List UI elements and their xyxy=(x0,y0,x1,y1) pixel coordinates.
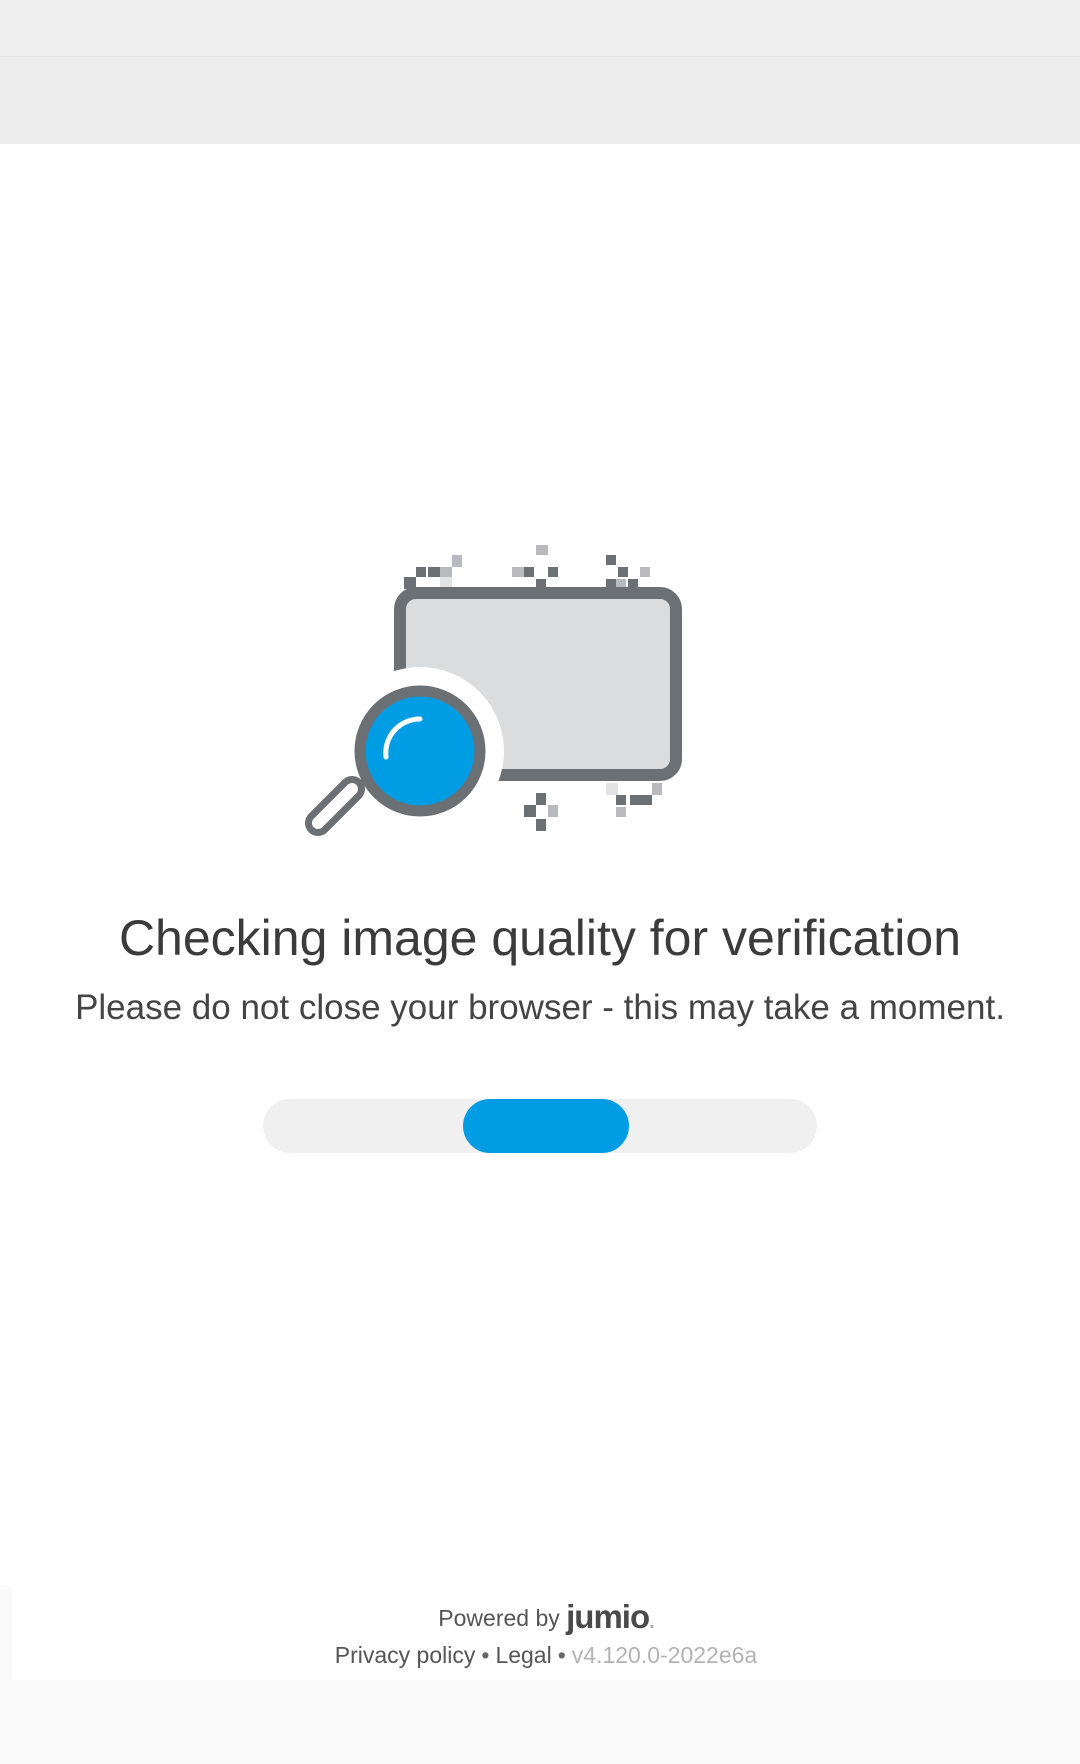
footer: Powered by jumio. Privacy policy • Legal • v… xyxy=(12,1585,1080,1680)
privacy-policy-link[interactable]: Privacy policy xyxy=(335,1642,476,1668)
browser-top-bar xyxy=(0,57,1080,144)
legal-link[interactable]: Legal xyxy=(495,1642,551,1668)
page-subtitle: Please do not close your browser - this … xyxy=(75,988,1005,1027)
powered-by-row: Powered by jumio. xyxy=(12,1599,1080,1640)
status-bar xyxy=(0,0,1080,57)
image-quality-check-icon xyxy=(305,545,682,836)
bottom-area xyxy=(0,1680,1080,1764)
progress-bar-fill xyxy=(462,1099,629,1153)
brand-name: jumio xyxy=(566,1598,650,1635)
version-label: v4.120.0-2022e6a xyxy=(571,1642,758,1668)
powered-by-label: Powered by xyxy=(438,1605,560,1631)
separator: • xyxy=(481,1642,490,1668)
jumio-logo: jumio. xyxy=(566,1598,654,1635)
footer-links: Privacy policy • Legal • v4.120.0-2022e6a xyxy=(12,1638,1080,1672)
footer-edge xyxy=(0,1585,12,1680)
separator: • xyxy=(557,1642,566,1668)
progress-bar xyxy=(263,1099,817,1153)
brand-dot: . xyxy=(649,1611,654,1633)
page-title: Checking image quality for verification xyxy=(118,910,962,966)
